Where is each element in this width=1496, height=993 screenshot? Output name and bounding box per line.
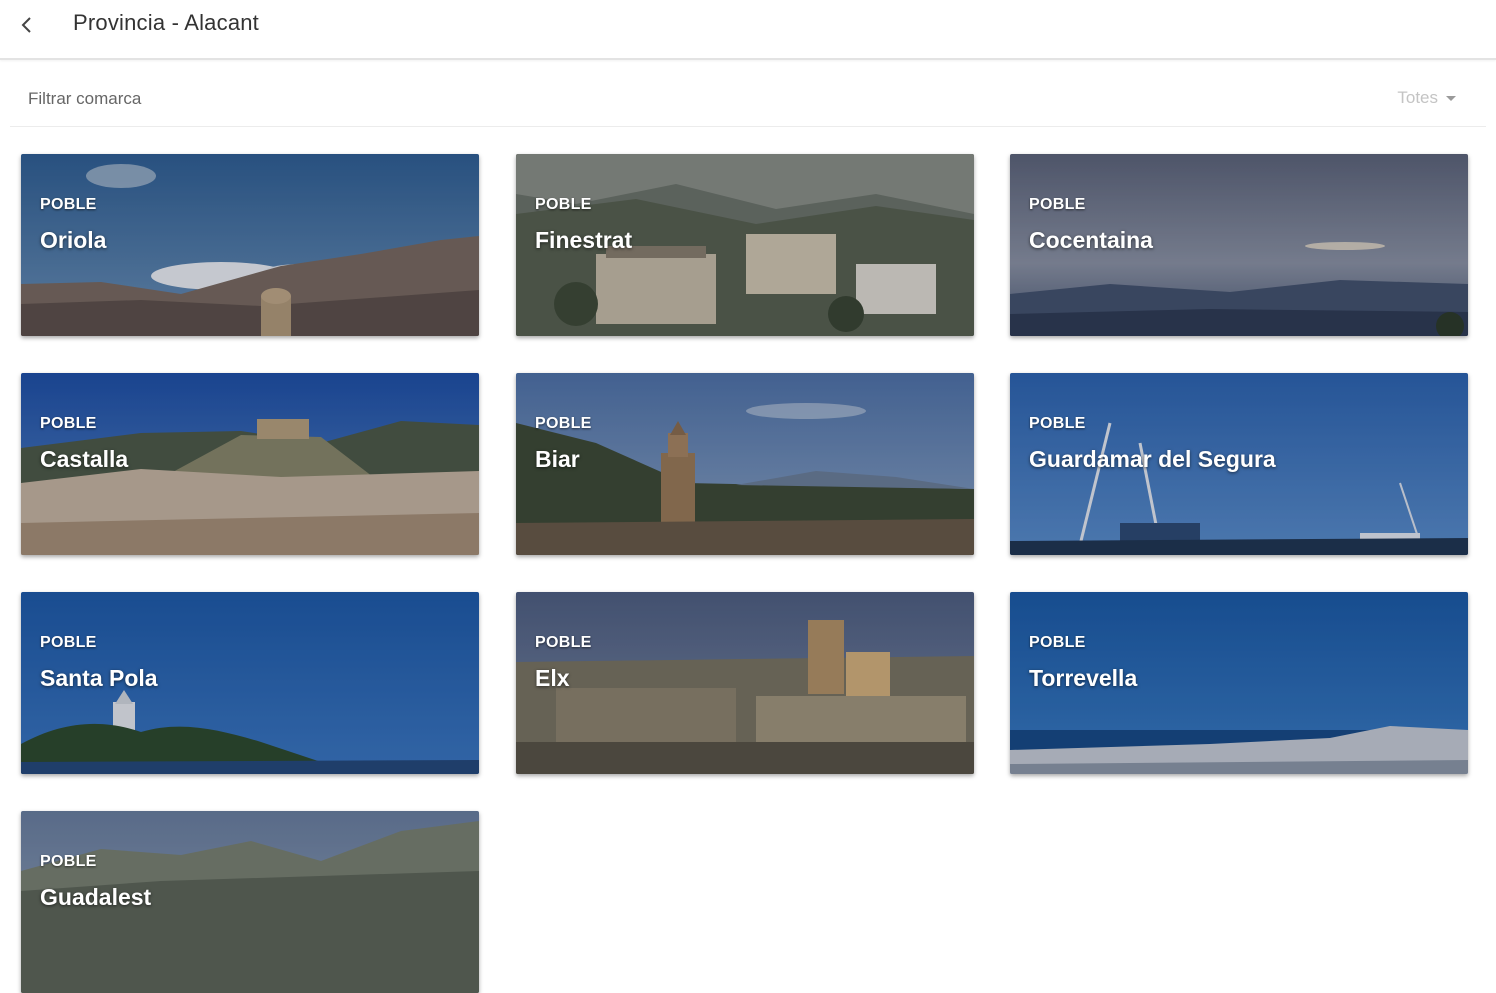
back-button[interactable] [12,10,42,40]
card-name: Cocentaina [1029,227,1153,253]
town-card-castalla[interactable]: POBLE Castalla [21,373,479,555]
card-kind: POBLE [40,196,97,213]
card-name: Elx [535,665,570,691]
card-overlay [516,373,974,555]
town-card-guardamar-del-segura[interactable]: POBLE Guardamar del Segura [1010,373,1468,555]
app-bar: Provincia - Alacant [0,0,1496,60]
town-card-oriola[interactable]: POBLE Oriola [21,154,479,336]
card-name: Biar [535,446,580,472]
card-name: Castalla [40,446,129,472]
town-card-biar[interactable]: POBLE Biar [516,373,974,555]
card-name: Guadalest [40,884,152,910]
card-kind: POBLE [40,853,97,870]
card-overlay [516,592,974,774]
card-name: Finestrat [535,227,633,253]
card-name: Oriola [40,227,107,253]
card-kind: POBLE [535,196,592,213]
town-card-santa-pola[interactable]: POBLE Santa Pola [21,592,479,774]
card-name: Torrevella [1029,665,1138,691]
comarca-select-value: Totes [1397,88,1438,107]
town-card-torrevella[interactable]: POBLE Torrevella [1010,592,1468,774]
town-card-elx[interactable]: POBLE Elx [516,592,974,774]
card-name: Guardamar del Segura [1029,446,1276,472]
card-kind: POBLE [1029,196,1086,213]
page-title: Provincia - Alacant [73,10,259,35]
card-kind: POBLE [40,634,97,651]
card-kind: POBLE [40,415,97,432]
town-card-finestrat[interactable]: POBLE Finestrat [516,154,974,336]
caret-down-icon [1446,95,1456,101]
card-kind: POBLE [1029,634,1086,651]
card-kind: POBLE [535,634,592,651]
card-kind: POBLE [535,415,592,432]
filter-bar: Filtrar comarca Totes [10,70,1486,127]
filter-label: Filtrar comarca [28,89,142,108]
town-card-cocentaina[interactable]: POBLE Cocentaina [1010,154,1468,336]
comarca-select[interactable]: Totes [1397,88,1456,108]
chevron-left-icon [21,17,31,33]
card-kind: POBLE [1029,415,1086,432]
card-name: Santa Pola [40,665,158,691]
town-card-guadalest[interactable]: POBLE Guadalest [21,811,479,993]
